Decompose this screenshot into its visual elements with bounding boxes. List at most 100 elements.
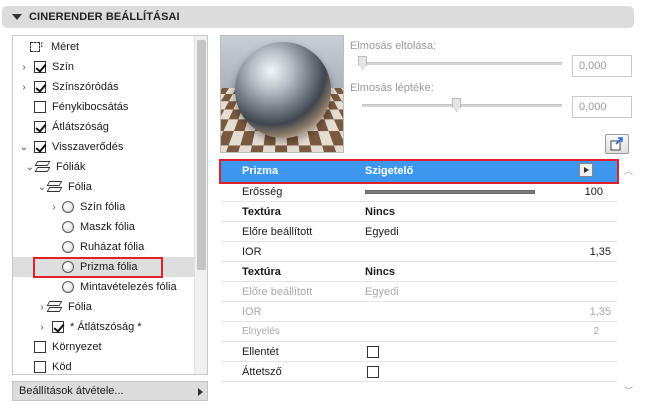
sphere-icon	[62, 241, 74, 253]
prop-value[interactable]: Nincs	[365, 266, 395, 278]
prop-row-preset[interactable]: Előre beállított Egyedi	[221, 222, 617, 242]
scroll-up-icon[interactable]: ︿	[624, 164, 633, 177]
tree-item-diffusion[interactable]: › Színszóródás	[19, 77, 201, 97]
expand-arrow-icon[interactable]: ›	[19, 62, 29, 73]
prop-value: Egyedi	[365, 285, 399, 298]
tree-item-sheen-layer[interactable]: Ruházat fólia	[62, 237, 207, 257]
expand-arrow-icon[interactable]: ›	[37, 322, 47, 333]
tree-item-transparency[interactable]: Átlátszóság	[34, 117, 207, 137]
sphere-icon	[62, 261, 74, 273]
expand-arrow-icon[interactable]: ›	[19, 82, 29, 93]
expand-arrow-icon[interactable]: ›	[49, 202, 59, 213]
blur-scale-field[interactable]: 0,000	[572, 96, 632, 118]
checkbox[interactable]	[34, 341, 46, 353]
prop-row-strength[interactable]: Erősség 100	[221, 182, 617, 202]
blur-scale-label: Elmosás léptéke:	[350, 82, 434, 94]
tree-item-layer[interactable]: ⌄ Fólia	[37, 177, 207, 197]
tree-item-label: Ruházat fólia	[80, 241, 145, 253]
collapse-arrow-icon[interactable]: ⌄	[19, 142, 29, 153]
settings-tree: ↕ Méret › Szín › Színszóródás Fénykibocs…	[12, 35, 208, 375]
prop-row-preset-2: Előre beállított Egyedi	[221, 282, 617, 302]
prop-row-texture[interactable]: Textúra Nincs	[221, 202, 617, 222]
size-icon: ↕	[30, 40, 44, 54]
panel-title: CINERENDER BEÁLLÍTÁSAI	[29, 11, 180, 23]
prop-row-ior-2: IOR 1,35	[221, 302, 617, 322]
checkbox[interactable]	[34, 81, 46, 93]
strength-slider[interactable]	[365, 190, 535, 194]
tree-item-layer-2[interactable]: › Fólia	[37, 297, 207, 317]
tree-item-size[interactable]: ↕ Méret	[30, 37, 207, 57]
prop-number[interactable]: 1,35	[590, 246, 611, 258]
translucent-checkbox[interactable]	[367, 366, 379, 378]
contrast-checkbox[interactable]	[367, 346, 379, 358]
checkbox[interactable]	[34, 61, 46, 73]
prop-number: 1,35	[589, 305, 611, 318]
prop-key: Prizma	[242, 165, 279, 177]
collapse-arrow-icon[interactable]: ⌄	[25, 162, 35, 173]
layers-icon	[46, 181, 63, 193]
tree-item-label: * Átlátszóság *	[70, 321, 142, 333]
prop-row-absorption: Elnyelés 2	[221, 322, 617, 342]
blur-offset-slider-thumb[interactable]	[358, 56, 367, 70]
checkbox[interactable]	[34, 361, 46, 373]
preview-options-button[interactable]	[605, 134, 629, 154]
transfer-settings-button[interactable]: Beállítások átvétele...	[12, 381, 208, 401]
tree-item-color[interactable]: › Szín	[19, 57, 201, 77]
tree-item-color-layer[interactable]: › Szín fólia	[49, 197, 207, 217]
expand-arrow-icon[interactable]: ›	[37, 302, 47, 313]
tree-item-fog[interactable]: Köd	[34, 357, 207, 374]
tree-item-luminance[interactable]: Fénykibocsátás	[34, 97, 207, 117]
prop-key: Erősség	[242, 185, 283, 198]
tree-item-label: Fólia	[68, 181, 92, 193]
sphere-icon	[62, 221, 74, 233]
prop-key: Textúra	[242, 205, 281, 218]
tree-item-label: Szín	[52, 61, 75, 73]
tree-item-sampling-layer[interactable]: Mintavételezés fólia	[62, 277, 207, 297]
blur-offset-slider[interactable]	[362, 62, 562, 65]
tree-item-mask-layer[interactable]: Maszk fólia	[62, 217, 207, 237]
scrollbar-thumb[interactable]	[197, 40, 206, 270]
checkbox[interactable]	[34, 101, 46, 113]
prop-key: Textúra	[242, 265, 281, 278]
tree-item-label: Szín fólia	[80, 201, 126, 213]
blur-offset-field[interactable]: 0,000	[572, 55, 632, 77]
blur-scale-slider[interactable]	[362, 104, 562, 107]
prop-row-prism[interactable]: Prizma Szigetelő	[221, 160, 617, 182]
tree-item-environment[interactable]: Környezet	[34, 337, 207, 357]
prop-key: Előre beállított	[242, 285, 313, 298]
prop-number[interactable]: 100	[585, 186, 603, 198]
prop-value[interactable]: Szigetelő	[365, 165, 413, 177]
tree-item-reflectance[interactable]: ⌄ Visszaverődés	[19, 137, 201, 157]
collapse-triangle-icon[interactable]	[12, 14, 22, 20]
prop-value[interactable]: Nincs	[365, 206, 395, 218]
sphere-icon	[62, 281, 74, 293]
prop-number: 2	[593, 326, 599, 337]
prop-key: IOR	[242, 245, 262, 258]
prop-row-texture-2[interactable]: Textúra Nincs	[221, 262, 617, 282]
checkbox[interactable]	[34, 121, 46, 133]
tree-item-layers[interactable]: ⌄ Fóliák	[25, 157, 207, 177]
property-scrollbar[interactable]: ︿ ﹀	[622, 160, 634, 400]
prop-row-contrast[interactable]: Ellentét	[221, 342, 617, 362]
tree-item-transparency-2[interactable]: › * Átlátszóság *	[37, 317, 207, 337]
prop-row-ior[interactable]: IOR 1,35	[221, 242, 617, 262]
prop-row-translucent[interactable]: Áttetsző	[221, 362, 617, 382]
preview-sphere	[235, 42, 331, 138]
tree-item-label: Visszaverődés	[52, 141, 124, 153]
dropdown-arrow-icon[interactable]	[579, 163, 593, 177]
prop-value[interactable]: Egyedi	[365, 226, 399, 238]
tree-item-label: Méret	[51, 41, 80, 53]
prop-key: IOR	[242, 305, 262, 318]
blur-scale-slider-thumb[interactable]	[452, 98, 461, 112]
tree-item-label: Maszk fólia	[80, 221, 136, 233]
collapse-arrow-icon[interactable]: ⌄	[37, 182, 47, 193]
scroll-down-icon[interactable]: ﹀	[624, 384, 633, 397]
tree-item-prism-layer[interactable]: Prizma fólia	[13, 257, 195, 277]
checkbox[interactable]	[34, 141, 46, 153]
tree-scrollbar[interactable]	[194, 36, 207, 374]
tree-item-label: Környezet	[52, 341, 102, 353]
prop-key: Áttetsző	[242, 365, 282, 378]
panel-header[interactable]: CINERENDER BEÁLLÍTÁSAI	[2, 6, 634, 28]
right-arrow-icon	[198, 388, 203, 396]
checkbox[interactable]	[52, 321, 64, 333]
